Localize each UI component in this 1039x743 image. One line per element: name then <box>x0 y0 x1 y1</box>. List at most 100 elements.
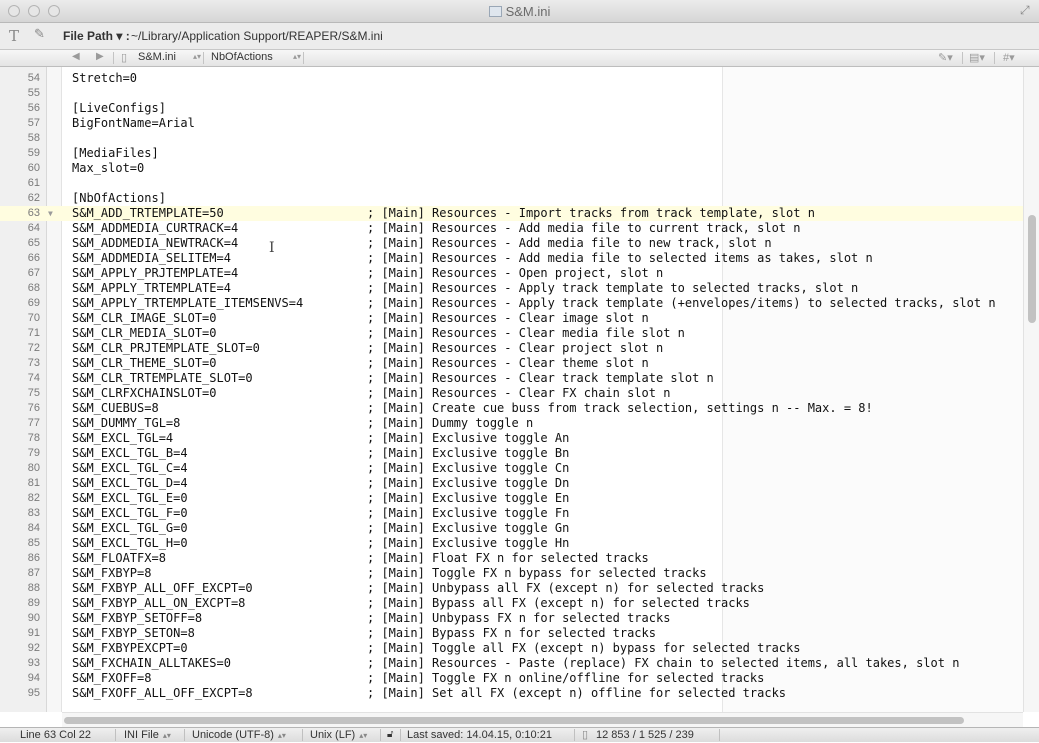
line-number: 84 <box>27 522 40 534</box>
editor-line[interactable]: 66 S&M_ADDMEDIA_SELITEM=4 ; [Main] Resourc… <box>0 251 1023 266</box>
chevron-updown-icon[interactable]: ▴▾ <box>193 52 201 61</box>
text-editor[interactable]: 54 Stretch=0 55 56 [LiveConfigs] 57 BigFontNam… <box>0 71 1023 701</box>
line-comment: ; [Main] Resources - Clear image slot n <box>367 311 649 325</box>
editor-line[interactable]: 74 S&M_CLR_TRTEMPLATE_SLOT=0 ; [Main] Reso… <box>0 371 1023 386</box>
line-endings-selector[interactable]: Unix (LF) ▴▾ <box>310 728 367 743</box>
split-view-icon[interactable]: ▤▾ <box>969 51 985 64</box>
line-number: 56 <box>27 102 40 114</box>
editor-line[interactable]: 76 S&M_CUEBUS=8 ; [Main] Create cue buss f… <box>0 401 1023 416</box>
forward-arrow-icon[interactable]: ▶ <box>96 51 104 62</box>
editor-line[interactable]: 58 <box>0 131 1023 146</box>
line-code: [LiveConfigs] <box>72 101 166 115</box>
chevron-updown-icon: ▴▾ <box>277 731 286 740</box>
editor-line[interactable]: 82 S&M_EXCL_TGL_E=0 ; [Main] Exclusive tog… <box>0 491 1023 506</box>
tag-icon[interactable]: ✎ <box>34 27 45 42</box>
editor-line[interactable]: 71 S&M_CLR_MEDIA_SLOT=0 ; [Main] Resources… <box>0 326 1023 341</box>
line-number: 72 <box>27 342 40 354</box>
editor-line[interactable]: 84 S&M_EXCL_TGL_G=0 ; [Main] Exclusive tog… <box>0 521 1023 536</box>
editor-line[interactable]: 62 [NbOfActions] <box>0 191 1023 206</box>
line-number: 68 <box>27 282 40 294</box>
editor-line[interactable]: 72 S&M_CLR_PRJTEMPLATE_SLOT=0 ; [Main] Res… <box>0 341 1023 356</box>
editor-line[interactable]: 88 S&M_FXBYP_ALL_OFF_EXCPT=0 ; [Main] Unby… <box>0 581 1023 596</box>
editor-line[interactable]: 86 S&M_FLOATFX=8 ; [Main] Float FX n for s… <box>0 551 1023 566</box>
pencil-icon[interactable]: ✎▾ <box>938 51 953 64</box>
lock-icon[interactable]: 🔓︎ <box>387 728 393 742</box>
encoding-selector[interactable]: Unicode (UTF-8) ▴▾ <box>192 728 286 743</box>
syntax-selector[interactable]: INI File ▴▾ <box>124 728 171 743</box>
editor-line[interactable]: 80 S&M_EXCL_TGL_C=4 ; [Main] Exclusive tog… <box>0 461 1023 476</box>
vertical-scroll-thumb[interactable] <box>1028 215 1036 323</box>
editor-line[interactable]: 92 S&M_FXBYPEXCPT=0 ; [Main] Toggle all FX… <box>0 641 1023 656</box>
editor-line[interactable]: 91 S&M_FXBYP_SETON=8 ; [Main] Bypass FX n … <box>0 626 1023 641</box>
editor-line[interactable]: 56 [LiveConfigs] <box>0 101 1023 116</box>
editor-line[interactable]: 79 S&M_EXCL_TGL_B=4 ; [Main] Exclusive tog… <box>0 446 1023 461</box>
editor-line[interactable]: 85 S&M_EXCL_TGL_H=0 ; [Main] Exclusive tog… <box>0 536 1023 551</box>
editor-line[interactable]: 54 Stretch=0 <box>0 71 1023 86</box>
editor-line[interactable]: 70 S&M_CLR_IMAGE_SLOT=0 ; [Main] Resources… <box>0 311 1023 326</box>
editor-line[interactable]: 61 <box>0 176 1023 191</box>
editor-line[interactable]: 64 S&M_ADDMEDIA_CURTRACK=4 ; [Main] Resour… <box>0 221 1023 236</box>
fullscreen-icon[interactable]: ⤢ <box>1020 4 1033 17</box>
file-selector[interactable]: S&M.ini <box>138 51 176 63</box>
horizontal-scroll-thumb[interactable] <box>64 717 964 724</box>
line-number-icon[interactable]: #▾ <box>1003 51 1015 64</box>
fold-triangle-icon[interactable]: ▼ <box>48 206 53 221</box>
line-code: S&M_EXCL_TGL_F=0 <box>72 506 188 520</box>
editor-line[interactable]: 75 S&M_CLRFXCHAINSLOT=0 ; [Main] Resources… <box>0 386 1023 401</box>
divider <box>302 729 303 741</box>
line-code: S&M_CUEBUS=8 <box>72 401 159 415</box>
line-code: S&M_FXBYP_ALL_OFF_EXCPT=0 <box>72 581 253 595</box>
editor-line[interactable]: 73 S&M_CLR_THEME_SLOT=0 ; [Main] Resources… <box>0 356 1023 371</box>
line-number: 55 <box>27 87 40 99</box>
line-comment: ; [Main] Exclusive toggle Cn <box>367 461 570 475</box>
editor-line[interactable]: 69 S&M_APPLY_TRTEMPLATE_ITEMSENVS=4 ; [Mai… <box>0 296 1023 311</box>
line-comment: ; [Main] Toggle FX n bypass for selected… <box>367 566 707 580</box>
line-number: 59 <box>27 147 40 159</box>
line-number: 58 <box>27 132 40 144</box>
editor-line[interactable]: 83 S&M_EXCL_TGL_F=0 ; [Main] Exclusive tog… <box>0 506 1023 521</box>
line-number: 80 <box>27 462 40 474</box>
editor-line[interactable]: 93 S&M_FXCHAIN_ALLTAKES=0 ; [Main] Resourc… <box>0 656 1023 671</box>
file-path-value: ~/Library/Application Support/REAPER/S&M… <box>131 29 383 43</box>
back-arrow-icon[interactable]: ◀ <box>72 51 80 62</box>
editor-line[interactable]: 60 Max_slot=0 <box>0 161 1023 176</box>
line-code: S&M_FXBYPEXCPT=0 <box>72 641 188 655</box>
editor-line[interactable]: 78 S&M_EXCL_TGL=4 ; [Main] Exclusive toggl… <box>0 431 1023 446</box>
editor-line[interactable]: 68 S&M_APPLY_TRTEMPLATE=4 ; [Main] Resourc… <box>0 281 1023 296</box>
editor-line[interactable]: 57 BigFontName=Arial <box>0 116 1023 131</box>
vertical-scrollbar[interactable] <box>1023 67 1039 712</box>
editor-line[interactable]: 67 S&M_APPLY_PRJTEMPLATE=4 ; [Main] Resour… <box>0 266 1023 281</box>
horizontal-scrollbar[interactable] <box>62 712 1023 727</box>
line-number: 79 <box>27 447 40 459</box>
editor-line[interactable]: 94 S&M_FXOFF=8 ; [Main] Toggle FX n online… <box>0 671 1023 686</box>
line-number: 90 <box>27 612 40 624</box>
editor-line[interactable]: 95 S&M_FXOFF_ALL_OFF_EXCPT=8 ; [Main] Set … <box>0 686 1023 701</box>
editor-line[interactable]: 81 S&M_EXCL_TGL_D=4 ; [Main] Exclusive tog… <box>0 476 1023 491</box>
line-number: 86 <box>27 552 40 564</box>
text-tool-icon[interactable]: T <box>9 27 19 45</box>
line-comment: ; [Main] Resources - Clear FX chain slot… <box>367 386 671 400</box>
document-icon <box>488 6 502 17</box>
editor-line[interactable]: 63 ▼ S&M_ADD_TRTEMPLATE=50 ; [Main] Resourc… <box>0 206 1023 221</box>
editor-line[interactable]: 59 [MediaFiles] <box>0 146 1023 161</box>
editor-line[interactable]: 65 S&M_ADDMEDIA_NEWTRACK=4 ; [Main] Resour… <box>0 236 1023 251</box>
line-comment: ; [Main] Set all FX (except n) offline f… <box>367 686 787 700</box>
cursor-position[interactable]: Line 63 Col 22 <box>20 728 91 742</box>
editor-line[interactable]: 90 S&M_FXBYP_SETOFF=8 ; [Main] Unbypass FX… <box>0 611 1023 626</box>
line-code: [NbOfActions] <box>72 191 166 205</box>
line-endings-label: Unix (LF) <box>310 729 356 741</box>
line-comment: ; [Main] Float FX n for selected tracks <box>367 551 649 565</box>
editor-line[interactable]: 87 S&M_FXBYP=8 ; [Main] Toggle FX n bypass… <box>0 566 1023 581</box>
line-code: S&M_CLR_IMAGE_SLOT=0 <box>72 311 217 325</box>
chevron-updown-icon[interactable]: ▴▾ <box>293 52 301 61</box>
editor-line[interactable]: 77 S&M_DUMMY_TGL=8 ; [Main] Dummy toggle n <box>0 416 1023 431</box>
symbol-selector[interactable]: NbOfActions <box>211 51 273 63</box>
file-path-menu[interactable]: File Path ▾ : <box>63 29 130 43</box>
editor-line[interactable]: 89 S&M_FXBYP_ALL_ON_EXCPT=8 ; [Main] Bypas… <box>0 596 1023 611</box>
line-comment: ; [Main] Resources - Clear track templat… <box>367 371 714 385</box>
editor-line[interactable]: 55 <box>0 86 1023 101</box>
line-code: S&M_FXOFF_ALL_OFF_EXCPT=8 <box>72 686 253 700</box>
file-icon: ▯ <box>121 52 128 64</box>
line-number: 87 <box>27 567 40 579</box>
title-bar: S&M.ini ⤢ <box>0 0 1039 23</box>
